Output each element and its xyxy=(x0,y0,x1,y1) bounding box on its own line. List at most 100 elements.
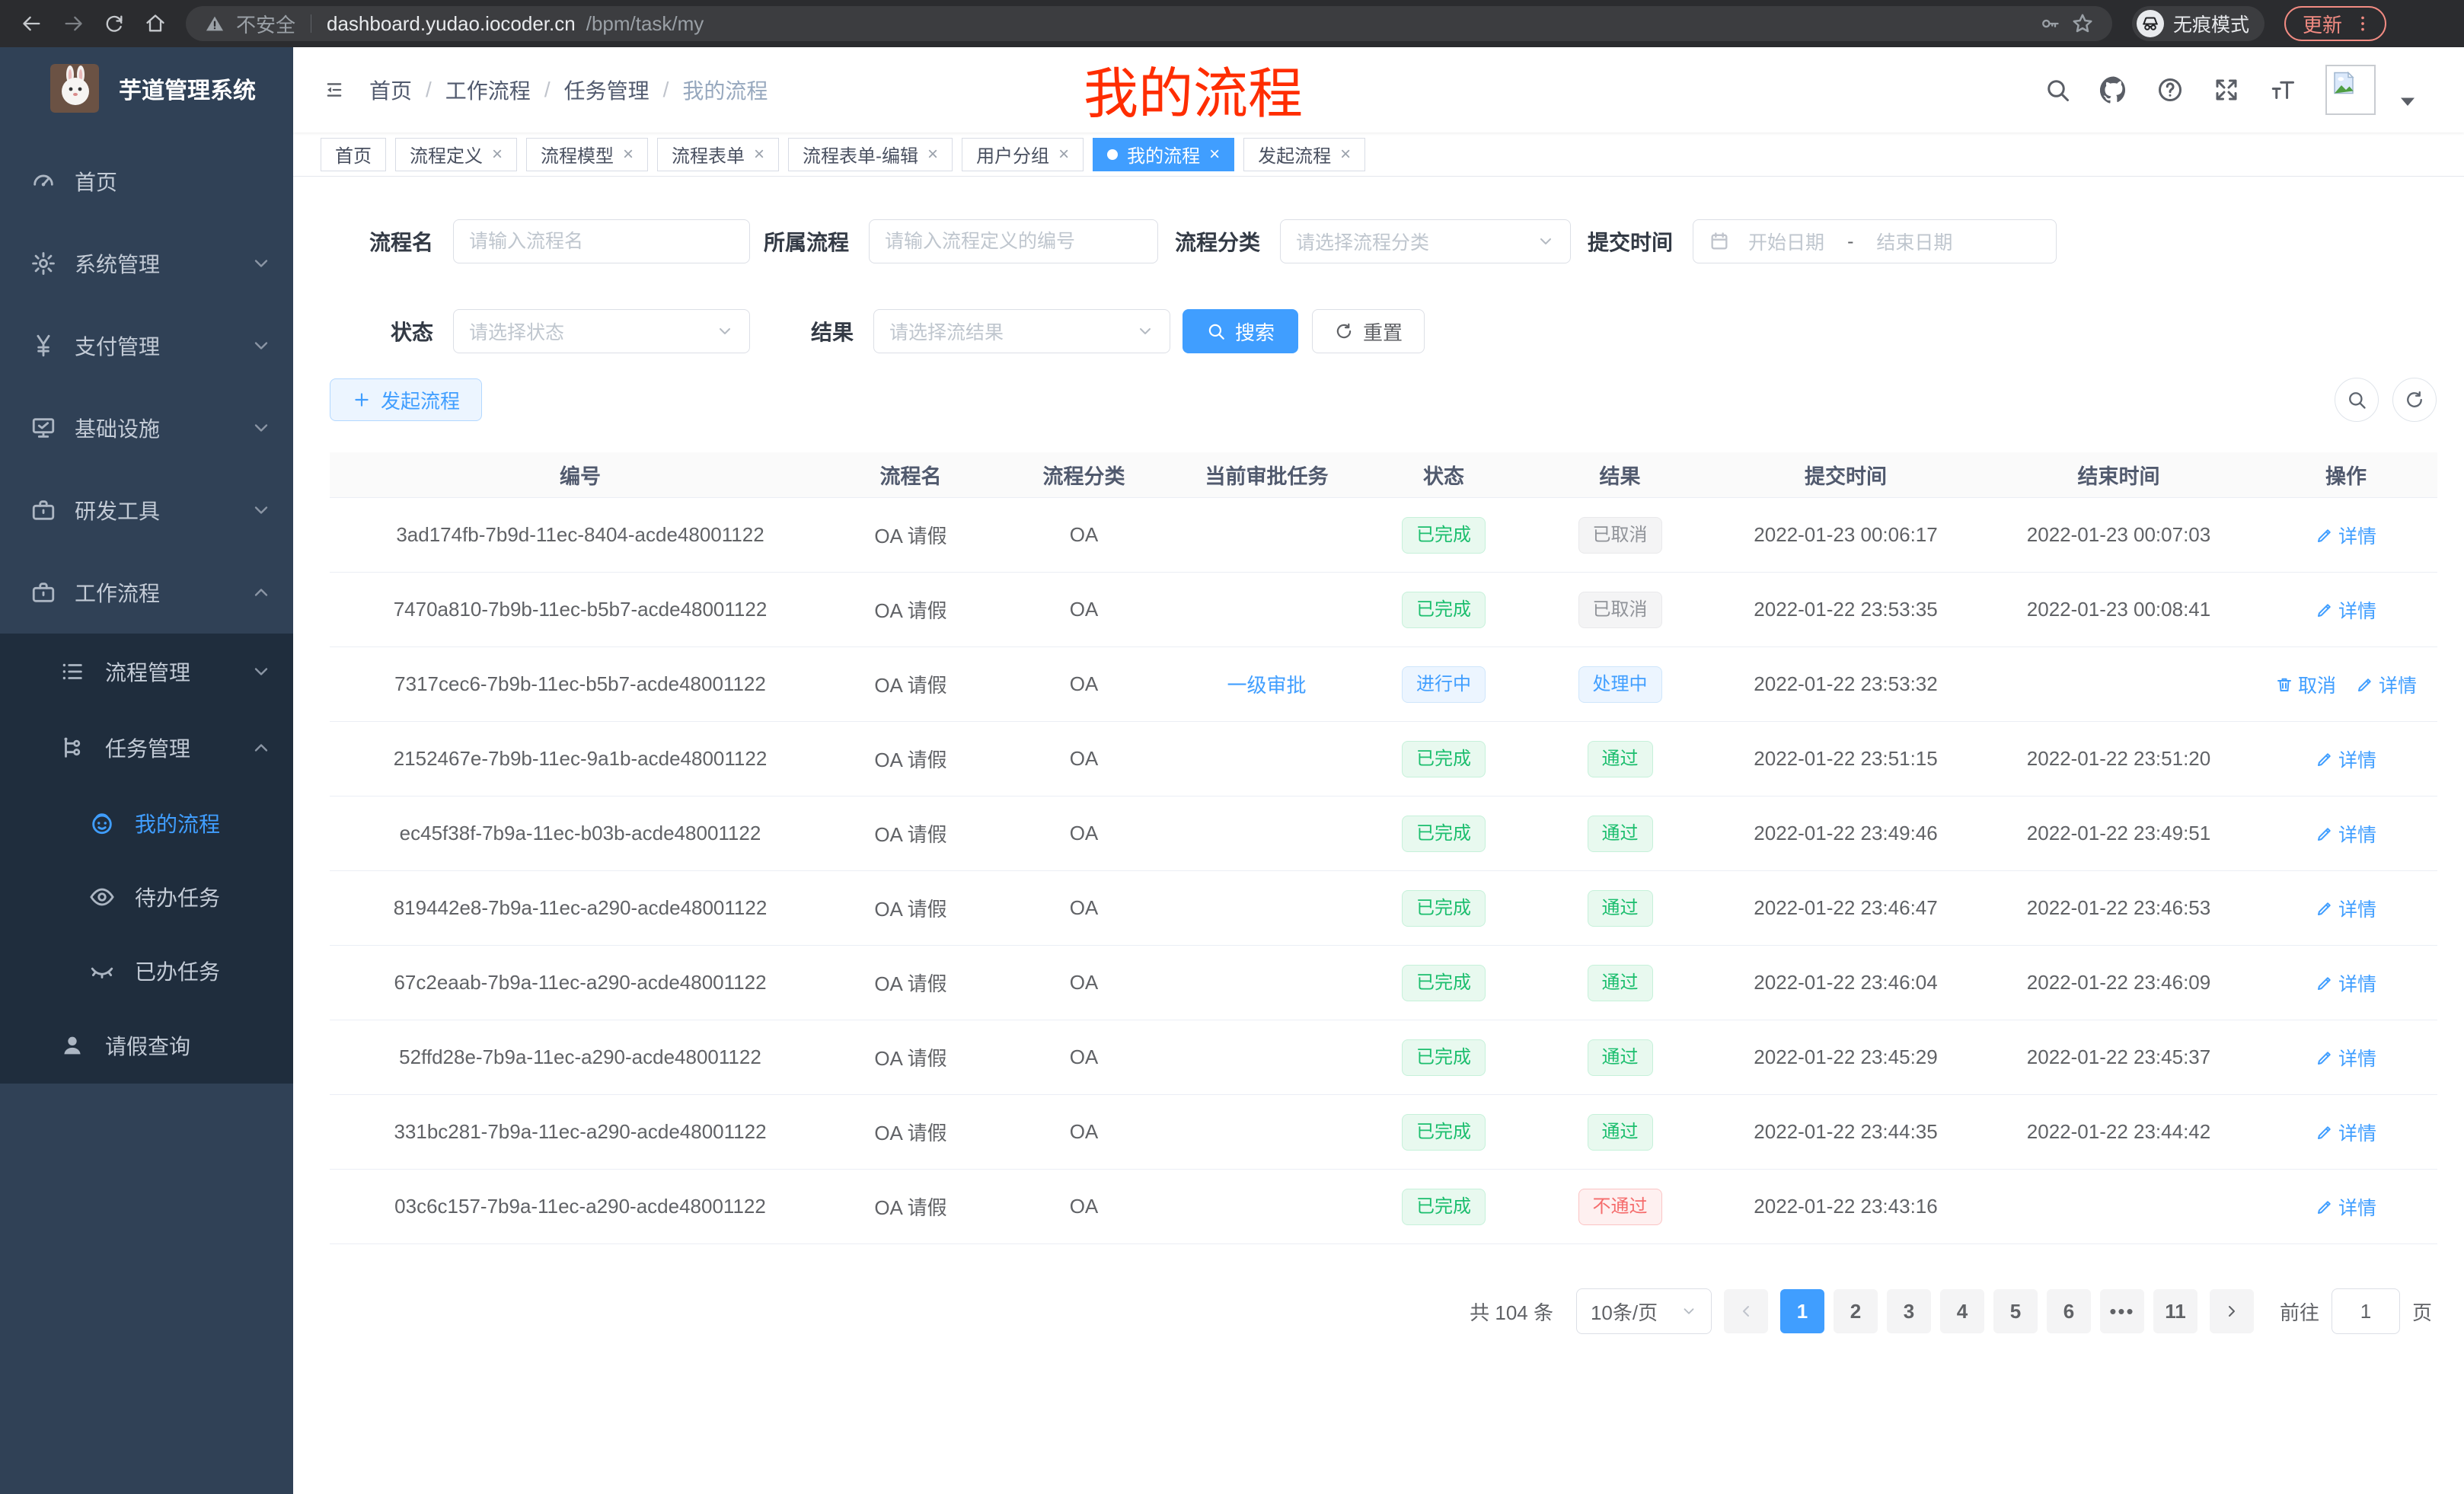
refresh-table-button[interactable] xyxy=(2392,378,2437,422)
sidebar-item-请假查询[interactable]: 请假查询 xyxy=(0,1007,293,1084)
fullscreen-icon[interactable] xyxy=(2213,76,2240,104)
detail-link[interactable]: 详情 xyxy=(2316,522,2376,549)
tab-流程表单-编辑[interactable]: 流程表单-编辑× xyxy=(788,138,953,171)
address-bar[interactable]: 不安全 dashboard.yudao.iocoder.cn/bpm/task/… xyxy=(186,6,2112,41)
sidebar-item-系统管理[interactable]: 系统管理 xyxy=(0,222,293,305)
cell-name: OA 请假 xyxy=(831,745,991,773)
cell-submit-time: 2022-01-22 23:43:16 xyxy=(1709,1195,1983,1218)
help-icon[interactable] xyxy=(2156,76,2184,104)
tab-close-icon[interactable]: × xyxy=(623,145,634,164)
breadcrumb-item[interactable]: 首页 xyxy=(369,75,412,105)
detail-link[interactable]: 详情 xyxy=(2316,820,2376,848)
page-button-6[interactable]: 6 xyxy=(2047,1289,2091,1333)
tab-发起流程[interactable]: 发起流程× xyxy=(1243,138,1365,171)
tab-首页[interactable]: 首页 xyxy=(321,138,386,171)
result-badge: 通过 xyxy=(1588,1114,1653,1151)
detail-link[interactable]: 详情 xyxy=(2316,969,2376,997)
page-button-5[interactable]: 5 xyxy=(1993,1289,2038,1333)
avatar-caret-down-icon[interactable] xyxy=(2394,88,2421,115)
process-name-input[interactable] xyxy=(453,219,750,263)
result-select[interactable]: 请选择流结果 xyxy=(873,309,1170,353)
tab-close-icon[interactable]: × xyxy=(754,145,764,164)
sidebar-item-流程管理[interactable]: 流程管理 xyxy=(0,634,293,710)
cell-submit-time: 2022-01-22 23:46:04 xyxy=(1709,971,1983,994)
tab-流程模型[interactable]: 流程模型× xyxy=(526,138,648,171)
tab-close-icon[interactable]: × xyxy=(1209,145,1220,164)
column-header: 结果 xyxy=(1531,460,1709,490)
tab-close-icon[interactable]: × xyxy=(492,145,503,164)
detail-link[interactable]: 详情 xyxy=(2316,1044,2376,1071)
process-definition-input[interactable] xyxy=(869,219,1158,263)
action-label: 详情 xyxy=(2338,1119,2376,1146)
tab-我的流程[interactable]: 我的流程× xyxy=(1093,138,1234,171)
page-button-1[interactable]: 1 xyxy=(1780,1289,1824,1333)
next-page-button[interactable] xyxy=(2210,1289,2254,1333)
detail-link[interactable]: 详情 xyxy=(2316,596,2376,624)
bookmark-star-icon[interactable] xyxy=(2071,12,2094,35)
key-icon[interactable] xyxy=(2039,13,2060,34)
font-size-icon[interactable] xyxy=(2269,76,2296,104)
prev-page-button[interactable] xyxy=(1724,1289,1768,1333)
detail-link[interactable]: 详情 xyxy=(2356,671,2417,698)
goto-page-input[interactable] xyxy=(2332,1288,2400,1334)
create-process-button[interactable]: 发起流程 xyxy=(330,378,482,421)
search-button[interactable]: 搜索 xyxy=(1183,309,1298,353)
search-icon[interactable] xyxy=(2044,76,2071,104)
browser-reload-icon[interactable] xyxy=(104,13,125,34)
task-link[interactable]: 一级审批 xyxy=(1227,674,1306,697)
detail-link[interactable]: 详情 xyxy=(2316,1119,2376,1146)
tab-流程表单[interactable]: 流程表单× xyxy=(657,138,779,171)
action-label: 详情 xyxy=(2338,1193,2376,1221)
browser-back-icon[interactable] xyxy=(21,13,43,34)
cancel-link[interactable]: 取消 xyxy=(2275,671,2336,698)
tab-用户分组[interactable]: 用户分组× xyxy=(962,138,1084,171)
sidebar-item-工作流程[interactable]: 工作流程 xyxy=(0,551,293,634)
table-row: 67c2eaab-7b9a-11ec-a290-acde48001122OA 请… xyxy=(330,946,2437,1020)
user-avatar[interactable] xyxy=(2325,65,2376,115)
sidebar-menu: 首页系统管理支付管理基础设施研发工具工作流程流程管理任务管理我的流程待办任务已办… xyxy=(0,140,293,1084)
sidebar-item-支付管理[interactable]: 支付管理 xyxy=(0,305,293,387)
sidebar-item-label: 请假查询 xyxy=(105,1030,190,1061)
breadcrumb-item[interactable]: 工作流程 xyxy=(445,75,531,105)
detail-link[interactable]: 详情 xyxy=(2316,1193,2376,1221)
sidebar-item-首页[interactable]: 首页 xyxy=(0,140,293,222)
category-select[interactable]: 请选择流程分类 xyxy=(1280,219,1571,263)
browser-update-button[interactable]: 更新 xyxy=(2284,6,2386,41)
page-button-11[interactable]: 11 xyxy=(2153,1289,2197,1333)
page-button-2[interactable]: 2 xyxy=(1834,1289,1878,1333)
github-icon[interactable] xyxy=(2100,76,2127,104)
tab-close-icon[interactable]: × xyxy=(1340,145,1351,164)
sidebar-item-label: 首页 xyxy=(75,166,117,196)
breadcrumb-item[interactable]: 任务管理 xyxy=(564,75,650,105)
sidebar-item-基础设施[interactable]: 基础设施 xyxy=(0,387,293,469)
edit-icon xyxy=(2316,1049,2334,1067)
status-select[interactable]: 请选择状态 xyxy=(453,309,750,353)
reset-button[interactable]: 重置 xyxy=(1312,309,1425,353)
detail-link[interactable]: 详情 xyxy=(2316,895,2376,922)
browser-forward-icon[interactable] xyxy=(62,13,84,34)
action-label: 详情 xyxy=(2338,895,2376,922)
submit-time-range-picker[interactable]: 开始日期 - 结束日期 xyxy=(1693,219,2057,263)
sidebar-item-研发工具[interactable]: 研发工具 xyxy=(0,469,293,551)
incognito-label: 无痕模式 xyxy=(2173,10,2249,37)
tab-流程定义[interactable]: 流程定义× xyxy=(395,138,517,171)
sidebar-item-任务管理[interactable]: 任务管理 xyxy=(0,710,293,786)
tab-close-icon[interactable]: × xyxy=(1058,145,1069,164)
cell-status: 已完成 xyxy=(1356,965,1531,1001)
browser-menu-dots-icon[interactable] xyxy=(2353,14,2373,34)
browser-home-icon[interactable] xyxy=(145,13,166,34)
sidebar-item-我的流程[interactable]: 我的流程 xyxy=(0,786,293,860)
sidebar-item-已办任务[interactable]: 已办任务 xyxy=(0,934,293,1007)
table-row: ec45f38f-7b9a-11ec-b03b-acde48001122OA 请… xyxy=(330,796,2437,871)
page-button-3[interactable]: 3 xyxy=(1887,1289,1931,1333)
tab-close-icon[interactable]: × xyxy=(927,145,938,164)
result-badge: 处理中 xyxy=(1578,666,1662,703)
detail-link[interactable]: 详情 xyxy=(2316,745,2376,773)
sidebar-fold-icon[interactable] xyxy=(324,79,345,101)
sidebar-logo-row: 芋道管理系统 xyxy=(0,47,293,128)
page-button-4[interactable]: 4 xyxy=(1940,1289,1984,1333)
sidebar-item-待办任务[interactable]: 待办任务 xyxy=(0,860,293,934)
show-search-button[interactable] xyxy=(2335,378,2379,422)
more-pages-button[interactable]: ••• xyxy=(2100,1289,2144,1333)
page-size-select[interactable]: 10条/页 xyxy=(1576,1288,1712,1334)
